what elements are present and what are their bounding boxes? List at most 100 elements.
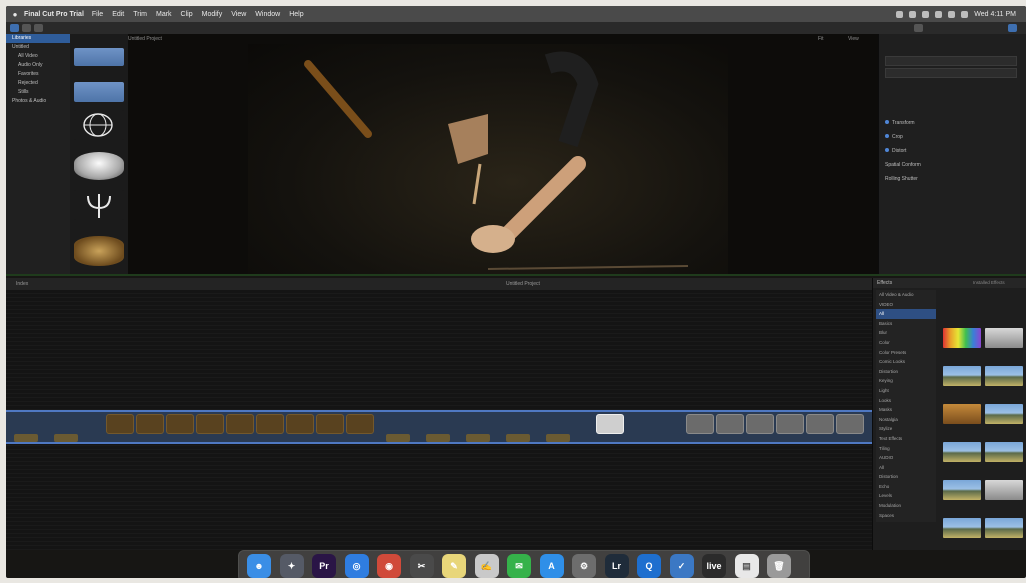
effects-category[interactable]: Levels bbox=[876, 491, 936, 501]
effect-thumbnail[interactable] bbox=[943, 480, 981, 500]
premiere-icon[interactable]: Pr bbox=[312, 554, 336, 578]
index-button[interactable]: Index bbox=[16, 281, 28, 287]
inspector-row-spatial-conform[interactable]: Spatial Conform bbox=[885, 162, 921, 168]
audio-strip[interactable] bbox=[386, 434, 410, 442]
effects-category[interactable]: Masks bbox=[876, 405, 936, 415]
lightroom-icon[interactable]: Lr bbox=[604, 554, 629, 578]
timeline-clip[interactable] bbox=[716, 414, 744, 434]
notes-icon[interactable]: ✎ bbox=[442, 554, 466, 578]
timeline-clip[interactable] bbox=[346, 414, 374, 434]
photos-toggle-icon[interactable] bbox=[22, 24, 31, 32]
apple-menu-icon[interactable]: ● bbox=[6, 10, 24, 19]
final-cut-icon[interactable]: ✂ bbox=[409, 554, 434, 578]
effect-thumbnail[interactable] bbox=[985, 480, 1023, 500]
volume-icon[interactable] bbox=[948, 10, 956, 18]
sidebar-item-favorites[interactable]: Favorites bbox=[6, 70, 70, 79]
sidebar-item-libraries[interactable]: Libraries bbox=[6, 34, 70, 43]
clip-thumbnail[interactable] bbox=[74, 110, 124, 140]
effects-category[interactable]: Echo bbox=[876, 482, 936, 492]
titles-toggle-icon[interactable] bbox=[34, 24, 43, 32]
timeline-clip[interactable] bbox=[836, 414, 864, 434]
effects-category[interactable]: VIDEO bbox=[876, 300, 936, 310]
sidebar-item-all-video[interactable]: All Video bbox=[6, 52, 70, 61]
timeline-clip[interactable] bbox=[746, 414, 774, 434]
effects-category[interactable]: Spaces bbox=[876, 511, 936, 521]
effect-thumbnail[interactable] bbox=[943, 328, 981, 348]
timeline-clip[interactable] bbox=[166, 414, 194, 434]
effects-category[interactable]: Tiling bbox=[876, 444, 936, 454]
enable-dot-icon[interactable] bbox=[885, 148, 889, 152]
timeline-clip[interactable] bbox=[256, 414, 284, 434]
menu-view[interactable]: View bbox=[231, 11, 246, 18]
primary-storyline[interactable] bbox=[6, 410, 872, 444]
effects-category[interactable]: Modulation bbox=[876, 501, 936, 511]
inspector-field[interactable] bbox=[885, 68, 1017, 78]
menu-window[interactable]: Window bbox=[255, 11, 280, 18]
wifi-icon[interactable] bbox=[935, 10, 943, 18]
effects-category[interactable]: Distortion bbox=[876, 472, 936, 482]
inspector-row-rolling-shutter[interactable]: Rolling Shutter bbox=[885, 176, 918, 182]
menu-file[interactable]: File bbox=[92, 11, 103, 18]
menu-trim[interactable]: Trim bbox=[133, 11, 147, 18]
audio-strip[interactable] bbox=[14, 434, 38, 442]
effects-category[interactable]: Distortion bbox=[876, 367, 936, 377]
audio-strip[interactable] bbox=[506, 434, 530, 442]
effects-category[interactable]: All bbox=[876, 309, 936, 319]
effects-category[interactable]: Looks bbox=[876, 396, 936, 406]
effects-category[interactable]: AUDIO bbox=[876, 453, 936, 463]
security-icon[interactable]: ✓ bbox=[669, 554, 694, 578]
audio-strip[interactable] bbox=[54, 434, 78, 442]
sidebar-item-untitled[interactable]: Untitled bbox=[6, 43, 70, 52]
effects-category[interactable]: All bbox=[876, 463, 936, 473]
effects-category[interactable]: Stylize bbox=[876, 424, 936, 434]
sidebar-item-rejected[interactable]: Rejected bbox=[6, 79, 70, 88]
text-editor-icon[interactable]: ✍ bbox=[474, 554, 499, 578]
timeline-clip[interactable] bbox=[136, 414, 164, 434]
sidebar-item-photos-audio[interactable]: Photos & Audio bbox=[6, 97, 70, 106]
launchpad-icon[interactable]: ✦ bbox=[279, 554, 304, 578]
timeline-clip[interactable] bbox=[686, 414, 714, 434]
clip-thumbnail[interactable] bbox=[74, 82, 124, 102]
chrome-icon[interactable]: ◉ bbox=[377, 554, 401, 578]
effects-category[interactable]: Text Effects bbox=[876, 434, 936, 444]
clip-thumbnail[interactable] bbox=[74, 48, 124, 66]
menu-clip[interactable]: Clip bbox=[181, 11, 193, 18]
effect-thumbnail[interactable] bbox=[943, 442, 981, 462]
app-store-icon[interactable]: A bbox=[539, 554, 564, 578]
document-icon[interactable]: ▤ bbox=[734, 554, 759, 578]
clock[interactable]: Wed 4:11 PM bbox=[974, 11, 1016, 18]
clip-thumbnail[interactable] bbox=[74, 190, 124, 220]
audio-strip[interactable] bbox=[426, 434, 450, 442]
inspector-row-distort[interactable]: Distort bbox=[885, 148, 906, 154]
effects-category[interactable]: Color bbox=[876, 338, 936, 348]
menu-help[interactable]: Help bbox=[289, 11, 303, 18]
effects-category[interactable]: Color Presets bbox=[876, 348, 936, 358]
timeline-clip[interactable] bbox=[806, 414, 834, 434]
timeline-clip[interactable] bbox=[596, 414, 624, 434]
panel-divider[interactable] bbox=[6, 274, 1026, 276]
status-icon[interactable] bbox=[896, 10, 904, 18]
effects-category[interactable]: Nostalgia bbox=[876, 415, 936, 425]
view-menu[interactable]: View bbox=[848, 36, 859, 42]
effects-category[interactable]: Basics bbox=[876, 319, 936, 329]
inspector-row-crop[interactable]: Crop bbox=[885, 134, 903, 140]
effects-category[interactable]: Blur bbox=[876, 328, 936, 338]
timeline-clip[interactable] bbox=[226, 414, 254, 434]
timeline-clip[interactable] bbox=[316, 414, 344, 434]
inspector-field[interactable] bbox=[885, 56, 1017, 66]
menu-modify[interactable]: Modify bbox=[202, 11, 223, 18]
inspector-toggle-icon[interactable] bbox=[914, 24, 923, 32]
safari-icon[interactable]: ◎ bbox=[344, 554, 369, 578]
effects-category[interactable]: Light bbox=[876, 386, 936, 396]
audio-strip[interactable] bbox=[546, 434, 570, 442]
audio-strip[interactable] bbox=[466, 434, 490, 442]
ableton-live-icon[interactable]: live bbox=[702, 554, 726, 578]
menu-edit[interactable]: Edit bbox=[112, 11, 124, 18]
effect-thumbnail[interactable] bbox=[985, 442, 1023, 462]
effect-thumbnail[interactable] bbox=[985, 366, 1023, 386]
timeline-clip[interactable] bbox=[196, 414, 224, 434]
line-icon[interactable]: ✉ bbox=[507, 554, 531, 578]
inspector-row-transform[interactable]: Transform bbox=[885, 120, 915, 126]
menu-mark[interactable]: Mark bbox=[156, 11, 172, 18]
system-preferences-icon[interactable]: ⚙ bbox=[572, 554, 596, 578]
